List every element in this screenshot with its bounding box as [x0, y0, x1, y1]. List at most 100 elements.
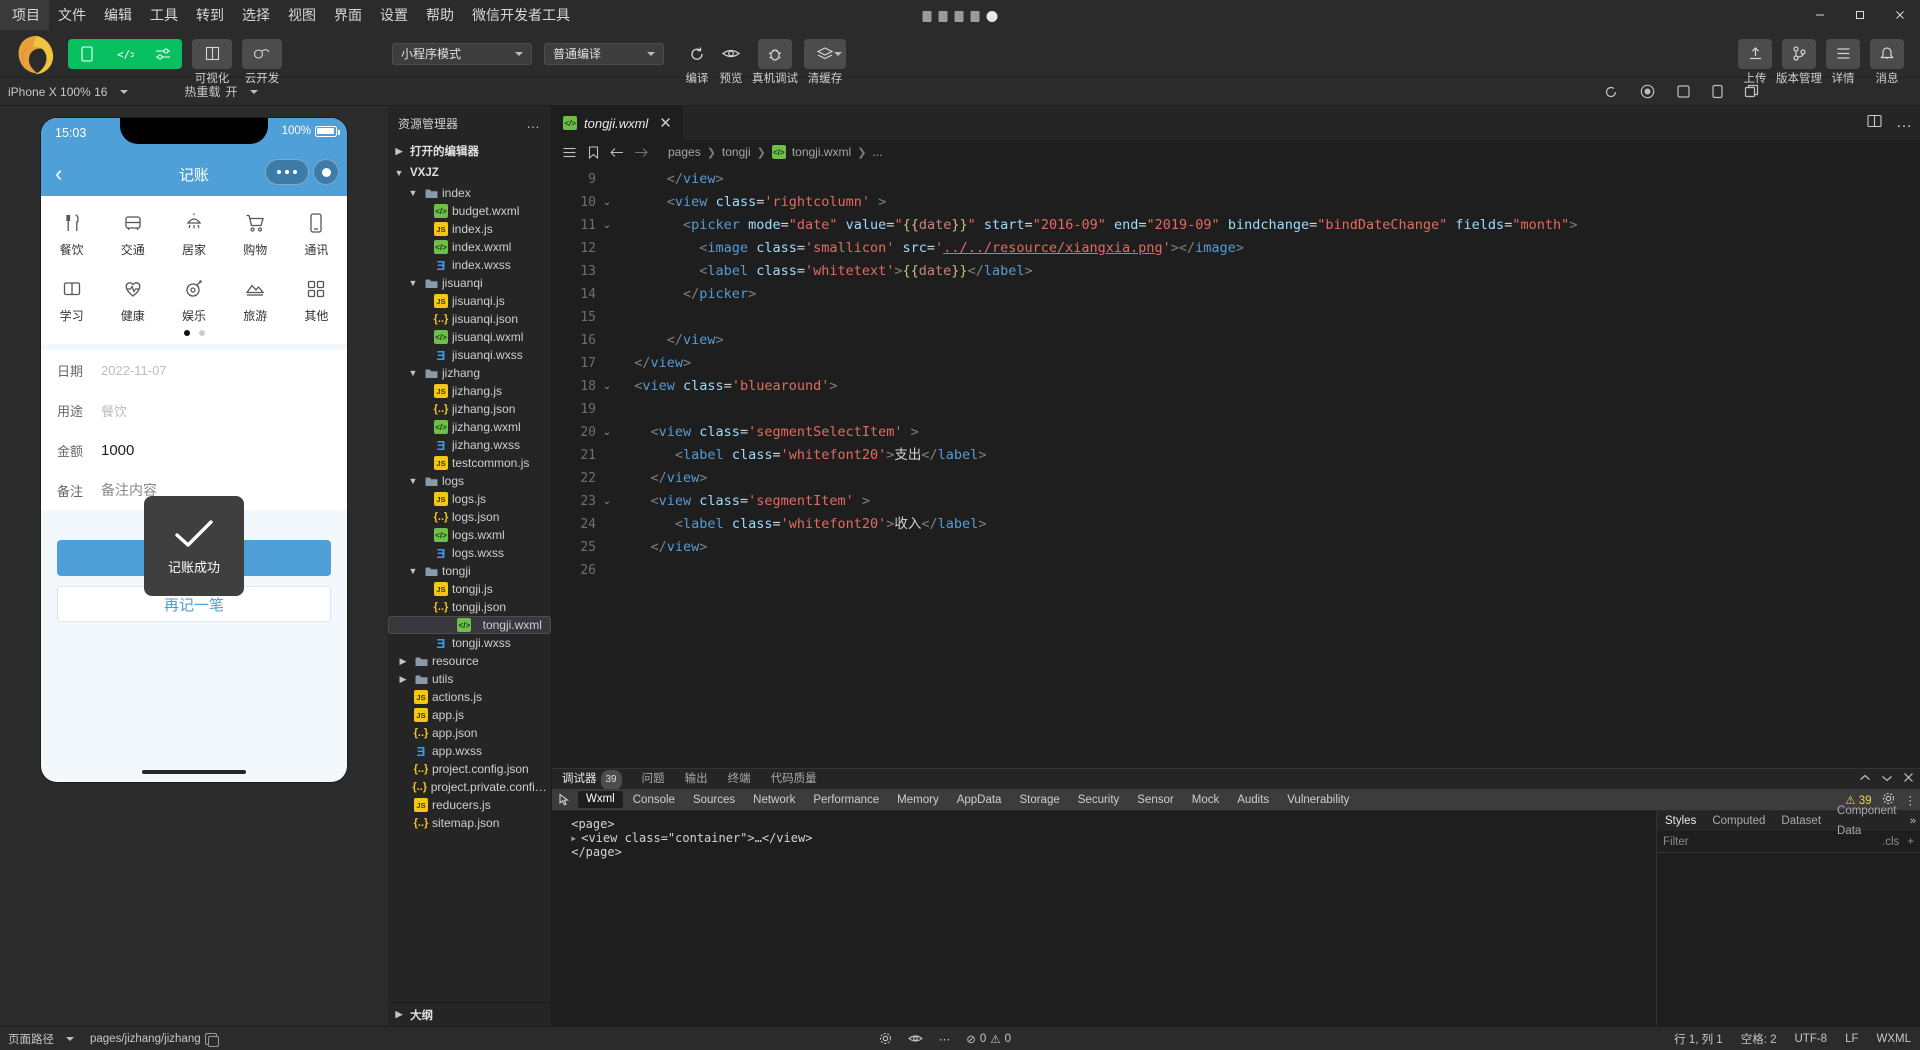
breadcrumb-pages[interactable]: pages [668, 145, 701, 159]
breadcrumb-file[interactable]: tongji.wxml [792, 145, 851, 159]
category-item[interactable]: 其他 [286, 278, 347, 324]
simulator-refresh-button[interactable] [1600, 81, 1622, 103]
menu-item-edit[interactable]: 编辑 [95, 0, 141, 30]
code-line[interactable]: <view class='bluearound'> [618, 375, 1920, 398]
styles-tab-computed[interactable]: Computed [1704, 811, 1773, 831]
clear-cache-button[interactable]: 清缓存 [804, 39, 846, 69]
styles-tabs[interactable]: StylesComputedDatasetComponent Data» [1657, 811, 1920, 831]
fold-chevron-icon[interactable]: ⌄ [602, 220, 612, 231]
tree-file[interactable]: JStongji.js [388, 580, 551, 598]
styles-tab-styles[interactable]: Styles [1657, 811, 1704, 831]
status-eye-button[interactable] [900, 1033, 931, 1044]
capsule-close-button[interactable] [313, 159, 339, 185]
chevron-right-icon[interactable]: ▶ [396, 656, 410, 667]
code-line[interactable]: <image class='smallicon' src='../../reso… [618, 237, 1920, 260]
project-section[interactable]: ▼ VXJZ [388, 162, 551, 184]
tree-file[interactable]: {..}logs.json [388, 508, 551, 526]
code-line[interactable]: <label class='whitefont20'>收入</label> [618, 513, 1920, 536]
tree-file[interactable]: Ǝapp.wxss [388, 742, 551, 760]
tree-file[interactable]: </>jizhang.wxml [388, 418, 551, 436]
tree-file[interactable]: JSreducers.js [388, 796, 551, 814]
tree-file[interactable]: JSapp.js [388, 706, 551, 724]
chevron-down-icon[interactable]: ▼ [406, 476, 420, 486]
chevron-down-icon[interactable]: ▼ [406, 278, 420, 288]
breadcrumb-tongji[interactable]: tongji [722, 145, 751, 159]
details-button[interactable]: 详情 [1826, 39, 1860, 69]
outline-section[interactable]: ▶ 大纲 [388, 1002, 551, 1026]
tree-file[interactable]: {..}jisuanqi.json [388, 310, 551, 328]
chevron-right-icon[interactable]: ▶ [396, 674, 410, 685]
indent-setting[interactable]: 空格: 2 [1732, 1031, 1786, 1047]
compile-button[interactable]: 编译 [680, 39, 714, 69]
category-item[interactable]: 旅游 [225, 278, 286, 324]
page-path-label-group[interactable]: 页面路径 [0, 1031, 82, 1047]
menu-item-view[interactable]: 视图 [279, 0, 325, 30]
category-item[interactable]: 学习 [41, 278, 102, 324]
tree-file[interactable]: Ǝtongji.wxss [388, 634, 551, 652]
tree-file[interactable]: {..}project.private.config.js... [388, 778, 551, 796]
page-path-value-group[interactable]: pages/jizhang/jizhang [82, 1033, 225, 1045]
chevron-up-icon[interactable] [1859, 770, 1871, 788]
tree-file[interactable]: Ǝjizhang.wxss [388, 436, 551, 454]
code-line[interactable]: </view> [618, 467, 1920, 490]
devtools-panel-tab[interactable]: 代码质量 [761, 769, 827, 789]
fold-chevron-icon[interactable]: ⌄ [602, 496, 612, 507]
code-line[interactable]: <picker mode="date" value="{{date}}" sta… [618, 214, 1920, 237]
category-item[interactable]: 娱乐 [163, 278, 224, 324]
code-line[interactable] [618, 306, 1920, 329]
styles-tab-dataset[interactable]: Dataset [1773, 811, 1829, 831]
dom-node[interactable]: </page> [560, 845, 1648, 859]
language-mode[interactable]: WXML [1868, 1033, 1920, 1045]
devtools-tab-audits[interactable]: Audits [1229, 789, 1277, 811]
menu-item-devtools[interactable]: 微信开发者工具 [463, 0, 579, 30]
devtools-tab-network[interactable]: Network [745, 789, 803, 811]
form-row-date[interactable]: 日期 2022-11-07 [41, 350, 347, 390]
menu-item-goto[interactable]: 转到 [187, 0, 233, 30]
status-settings-button[interactable] [871, 1032, 900, 1045]
tree-file[interactable]: </>budget.wxml [388, 202, 551, 220]
devtools-tab-vulnerability[interactable]: Vulnerability [1279, 789, 1357, 811]
code-line[interactable]: </view> [618, 168, 1920, 191]
code-content[interactable]: </view> <view class='rightcolumn' > <pic… [618, 164, 1920, 768]
code-line[interactable]: </picker> [618, 283, 1920, 306]
devtools-panel-tab[interactable]: 终端 [718, 769, 761, 789]
devtools-panel-tabs[interactable]: 调试器39问题输出终端代码质量 [552, 769, 1920, 789]
code-line[interactable]: </view> [618, 329, 1920, 352]
copy-icon[interactable] [205, 1033, 217, 1045]
tree-file[interactable]: JStestcommon.js [388, 454, 551, 472]
devtools-panel-tab[interactable]: 输出 [675, 769, 718, 789]
tree-folder[interactable]: ▼tongji [388, 562, 551, 580]
cursor-position[interactable]: 行 1, 列 1 [1665, 1031, 1732, 1047]
category-item[interactable]: 通讯 [286, 212, 347, 258]
devtools-tab-console[interactable]: Console [625, 789, 683, 811]
open-editors-section[interactable]: ▶ 打开的编辑器 [388, 140, 551, 162]
version-manage-button[interactable]: 版本管理 [1782, 39, 1816, 69]
toggle-editor-button[interactable]: </> 编辑器 [106, 39, 144, 69]
form-row-purpose[interactable]: 用途 餐饮 [41, 390, 347, 430]
code-line[interactable]: <label class='whitetext'>{{date}}</label… [618, 260, 1920, 283]
fold-chevron-icon[interactable]: ⌄ [602, 381, 612, 392]
tree-file[interactable]: {..}project.config.json [388, 760, 551, 778]
simulator-rotate-button[interactable] [1706, 81, 1728, 103]
more-actions-icon[interactable]: … [1896, 114, 1912, 132]
toggle-debugger-button[interactable]: 调试器 [144, 39, 182, 69]
fold-chevron-icon[interactable]: ⌄ [602, 197, 612, 208]
tree-folder[interactable]: ▶utils [388, 670, 551, 688]
close-icon[interactable]: ✕ [659, 114, 672, 132]
upload-button[interactable]: 上传 [1738, 39, 1772, 69]
tree-file[interactable]: </>jisuanqi.wxml [388, 328, 551, 346]
menu-item-file[interactable]: 文件 [49, 0, 95, 30]
hotreload-select[interactable]: 热重载 开 [176, 83, 266, 100]
fold-chevron-icon[interactable]: ⌄ [602, 427, 612, 438]
inspect-icon[interactable] [552, 789, 578, 811]
tree-file[interactable]: Ǝindex.wxss [388, 256, 551, 274]
menu-item-select[interactable]: 选择 [233, 0, 279, 30]
tree-folder[interactable]: ▼logs [388, 472, 551, 490]
styles-filter-input[interactable]: Filter [1663, 836, 1689, 848]
close-button[interactable] [1880, 0, 1920, 30]
chevron-left-icon[interactable]: ‹ [41, 163, 62, 185]
dom-node[interactable]: <page> [560, 817, 1648, 831]
category-item[interactable]: 餐饮 [41, 212, 102, 258]
tree-file[interactable]: </>index.wxml [388, 238, 551, 256]
status-more-button[interactable]: ⋯ [931, 1032, 959, 1046]
